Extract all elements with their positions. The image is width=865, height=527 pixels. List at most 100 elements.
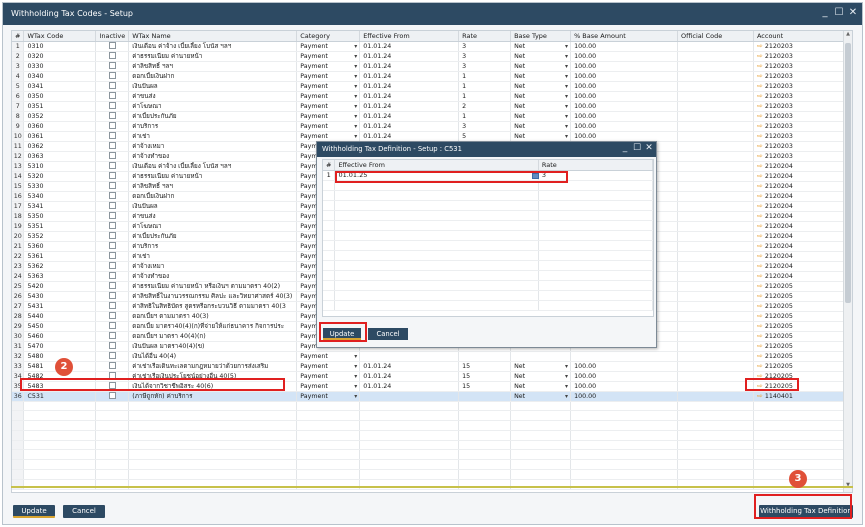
base-amount-cell[interactable]: 100.00	[570, 361, 678, 372]
wtax-code-cell[interactable]: 0363	[23, 151, 97, 162]
link-arrow-icon[interactable]: ⇨	[757, 122, 763, 130]
category-dropdown[interactable]: Payment	[296, 131, 361, 142]
category-dropdown[interactable]: Payment	[296, 371, 361, 382]
wtax-code-cell[interactable]: 0320	[23, 51, 97, 62]
base-type-dropdown[interactable]	[510, 351, 572, 362]
account-cell[interactable]: ⇨ 2120203	[753, 71, 852, 82]
official-code-cell[interactable]	[677, 371, 754, 382]
official-code-cell[interactable]	[677, 331, 754, 342]
account-cell[interactable]: ⇨ 2120205	[753, 361, 852, 372]
inactive-checkbox[interactable]	[108, 172, 116, 179]
inactive-cell[interactable]	[95, 121, 130, 132]
base-amount-cell[interactable]: 100.00	[570, 51, 678, 62]
link-arrow-icon[interactable]: ⇨	[757, 212, 763, 220]
wtax-name-cell[interactable]: ค่าลิขสิทธิ์ ฯลฯ	[128, 181, 298, 192]
wtax-code-cell[interactable]: C531	[23, 391, 97, 402]
official-code-cell[interactable]	[677, 41, 754, 52]
base-type-dropdown[interactable]: Net	[510, 131, 572, 142]
wtax-code-cell[interactable]: 0351	[23, 101, 97, 112]
base-type-dropdown[interactable]: Net	[510, 51, 572, 62]
wtax-code-cell[interactable]: 0352	[23, 111, 97, 122]
wtax-name-cell[interactable]: ค่าลิขสิทธิ์ในงานวรรณกรรม ศิลปะ และวิทยา…	[128, 291, 298, 302]
wtax-name-cell[interactable]: ค่าธรรมเนียม ค่านายหน้า	[128, 51, 298, 62]
inactive-cell[interactable]	[95, 321, 130, 332]
base-amount-cell[interactable]: 100.00	[570, 81, 678, 92]
category-dropdown[interactable]: Payment	[296, 121, 361, 132]
base-amount-cell[interactable]: 100.00	[570, 71, 678, 82]
wtax-code-cell[interactable]: 0310	[23, 41, 97, 52]
wtax-code-cell[interactable]: 0340	[23, 71, 97, 82]
inactive-checkbox[interactable]	[108, 142, 116, 149]
wtax-code-cell[interactable]: 5450	[23, 321, 97, 332]
col-category[interactable]: Category	[296, 31, 361, 42]
link-arrow-icon[interactable]: ⇨	[757, 202, 763, 210]
official-code-cell[interactable]	[677, 151, 754, 162]
account-cell[interactable]: ⇨ 2120204	[753, 161, 852, 172]
account-cell[interactable]: ⇨ 2120203	[753, 61, 852, 72]
account-cell[interactable]: ⇨ 2120203	[753, 91, 852, 102]
base-amount-cell[interactable]: 100.00	[570, 91, 678, 102]
inactive-cell[interactable]	[95, 161, 130, 172]
official-code-cell[interactable]	[677, 181, 754, 192]
link-arrow-icon[interactable]: ⇨	[757, 232, 763, 240]
inactive-checkbox[interactable]	[108, 112, 116, 119]
account-cell[interactable]: ⇨ 2120203	[753, 131, 852, 142]
account-cell[interactable]: ⇨ 2120203	[753, 51, 852, 62]
wtax-code-cell[interactable]: 0330	[23, 61, 97, 72]
base-amount-cell[interactable]: 100.00	[570, 41, 678, 52]
wtax-name-cell[interactable]: ค่าโฆษณา	[128, 221, 298, 232]
account-cell[interactable]: ⇨ 2120204	[753, 181, 852, 192]
base-type-dropdown[interactable]: Net	[510, 361, 572, 372]
wtax-code-cell[interactable]: 0362	[23, 141, 97, 152]
dialog-minimize-icon[interactable]: _	[620, 143, 630, 153]
wtax-code-cell[interactable]: 5330	[23, 181, 97, 192]
wtax-name-cell[interactable]: ค่าจ้างทำของ	[128, 271, 298, 282]
table-row[interactable]: 60350 ค่าขนส่งPayment01.01.241Net100.00 ⇨2…	[12, 91, 852, 102]
inactive-checkbox[interactable]	[108, 342, 116, 349]
account-cell[interactable]: ⇨ 2120205	[753, 291, 852, 302]
inactive-checkbox[interactable]	[108, 292, 116, 299]
base-amount-cell[interactable]: 100.00	[570, 121, 678, 132]
inactive-cell[interactable]	[95, 251, 130, 262]
link-arrow-icon[interactable]: ⇨	[757, 322, 763, 330]
inactive-checkbox[interactable]	[108, 202, 116, 209]
official-code-cell[interactable]	[677, 241, 754, 252]
official-code-cell[interactable]	[677, 261, 754, 272]
wtax-code-cell[interactable]: 0360	[23, 121, 97, 132]
inactive-checkbox[interactable]	[108, 122, 116, 129]
col-inactive[interactable]: Inactive	[95, 31, 130, 42]
col-official-code[interactable]: Official Code	[677, 31, 754, 42]
inactive-cell[interactable]	[95, 271, 130, 282]
inactive-cell[interactable]	[95, 71, 130, 82]
account-cell[interactable]: ⇨ 2120204	[753, 241, 852, 252]
effective-from-cell[interactable]: 01.01.24	[359, 111, 460, 122]
official-code-cell[interactable]	[677, 381, 754, 392]
wtax-code-cell[interactable]: 5363	[23, 271, 97, 282]
inactive-checkbox[interactable]	[108, 362, 116, 369]
wtax-name-cell[interactable]: ดอกเบี้ยเงินฝาก	[128, 191, 298, 202]
effective-from-cell[interactable]	[359, 351, 460, 362]
inactive-checkbox[interactable]	[108, 72, 116, 79]
link-arrow-icon[interactable]: ⇨	[757, 52, 763, 60]
official-code-cell[interactable]	[677, 81, 754, 92]
table-row[interactable]: 80352 ค่าเบี้ยประกันภัยPayment01.01.241Ne…	[12, 111, 852, 122]
link-arrow-icon[interactable]: ⇨	[757, 362, 763, 370]
maximize-icon[interactable]: ☐	[833, 7, 845, 19]
link-arrow-icon[interactable]: ⇨	[757, 332, 763, 340]
inactive-cell[interactable]	[95, 191, 130, 202]
category-dropdown[interactable]: Payment	[296, 381, 361, 392]
category-dropdown[interactable]: Payment	[296, 351, 361, 362]
wtax-name-cell[interactable]: เงินปันผล	[128, 201, 298, 212]
link-arrow-icon[interactable]: ⇨	[757, 132, 763, 140]
wtax-name-cell[interactable]: ค่าจ้างเหมา	[128, 141, 298, 152]
official-code-cell[interactable]	[677, 301, 754, 312]
inactive-cell[interactable]	[95, 341, 130, 352]
inactive-checkbox[interactable]	[108, 132, 116, 139]
inactive-cell[interactable]	[95, 101, 130, 112]
table-row[interactable]: 325480เงินได้อื่น 40(4)Payment⇨2120205	[12, 351, 852, 362]
base-type-dropdown[interactable]: Net	[510, 81, 572, 92]
inactive-cell[interactable]	[95, 391, 130, 402]
base-type-dropdown[interactable]: Net	[510, 111, 572, 122]
cancel-button[interactable]: Cancel	[63, 505, 105, 518]
inactive-checkbox[interactable]	[108, 42, 116, 49]
